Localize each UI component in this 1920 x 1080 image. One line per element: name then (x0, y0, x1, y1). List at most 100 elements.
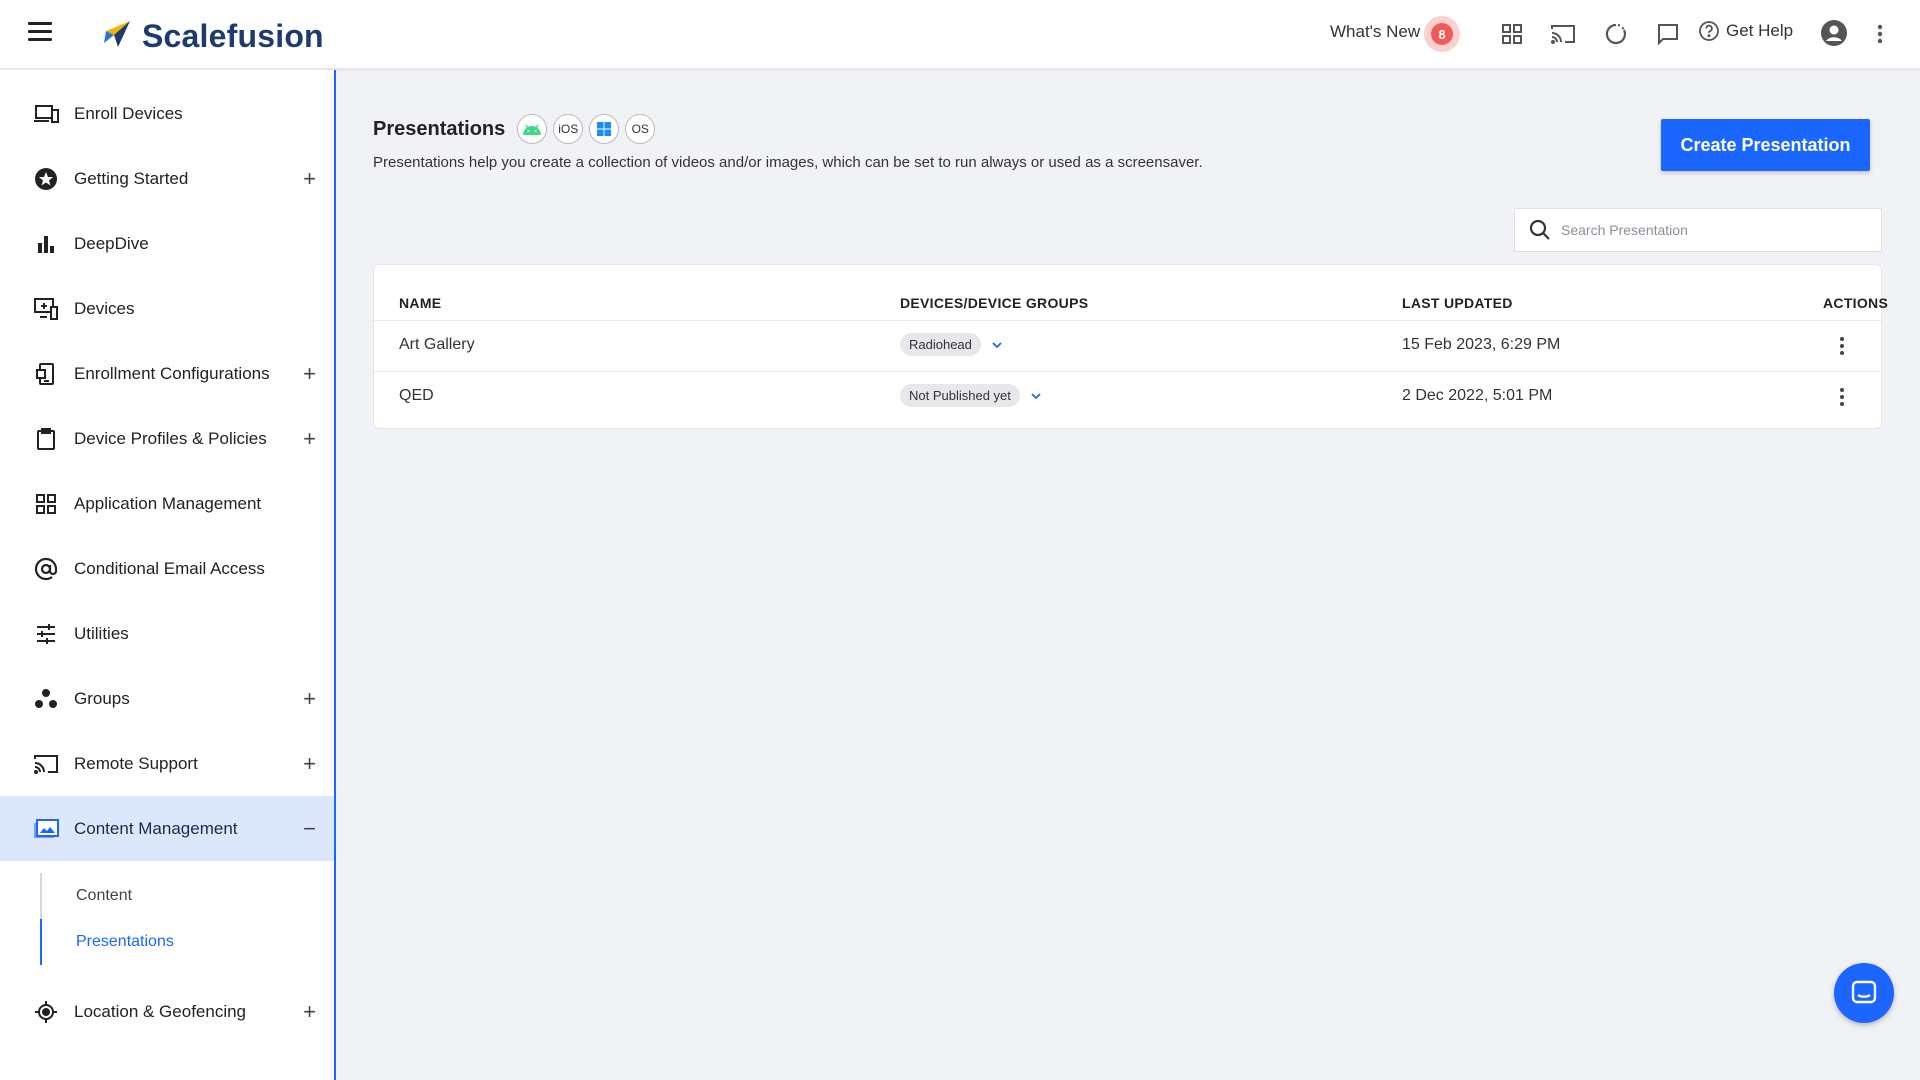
submenu-item-content[interactable]: Content (40, 873, 334, 919)
sidebar-item-enrollment-configurations[interactable]: Enrollment Configurations + (0, 341, 334, 406)
help-circle-icon (1699, 21, 1719, 41)
sidebar-item-conditional-email-access[interactable]: Conditional Email Access (0, 536, 334, 601)
sidebar-item-devices[interactable]: Devices (0, 276, 334, 341)
chat-icon[interactable] (1654, 20, 1682, 48)
more-options-icon[interactable] (1870, 20, 1890, 48)
support-chat-button[interactable] (1834, 963, 1894, 1023)
photo-folder-icon (32, 815, 60, 843)
cast-icon (32, 750, 60, 778)
sidebar-item-label: Devices (74, 298, 135, 318)
apps-grid-icon[interactable] (1498, 20, 1526, 48)
android-icon (517, 114, 548, 144)
devices-icon (32, 295, 60, 323)
device-group-chip: Not Published yet (900, 384, 1020, 407)
expand-plus-icon[interactable]: + (303, 751, 316, 777)
location-target-icon (32, 998, 60, 1026)
sidebar-item-enroll-devices[interactable]: Enroll Devices (0, 81, 334, 146)
sidebar-item-content-management[interactable]: Content Management − (0, 796, 334, 861)
sidebar-item-label: Location & Geofencing (74, 1001, 247, 1021)
submenu-item-presentations[interactable]: Presentations (40, 919, 334, 965)
sidebar-item-label: Getting Started (74, 168, 189, 188)
page-title-row: Presentations iOS OS (373, 114, 656, 144)
macos-icon: OS (625, 114, 656, 144)
bar-chart-icon (32, 230, 60, 258)
sidebar-item-label: Conditional Email Access (74, 558, 265, 578)
search-input[interactable] (1561, 222, 1861, 238)
create-presentation-button[interactable]: Create Presentation (1661, 119, 1870, 171)
column-header-actions: ACTIONS (1823, 295, 1889, 311)
expand-plus-icon[interactable]: + (303, 361, 316, 387)
sidebar-item-label: Enrollment Configurations (74, 363, 270, 383)
device-group-selector[interactable]: Not Published yet (900, 384, 1042, 407)
sidebar-item-label: Content Management (74, 818, 238, 838)
sidebar-item-getting-started[interactable]: Getting Started + (0, 146, 334, 211)
groups-icon (32, 685, 60, 713)
expand-plus-icon[interactable]: + (303, 166, 316, 192)
get-help-label: Get Help (1726, 21, 1794, 40)
device-group-chip: Radiohead (900, 333, 981, 356)
at-sign-icon (32, 555, 60, 583)
sidebar-item-label: Enroll Devices (74, 103, 183, 123)
whats-new-count: 8 (1431, 23, 1453, 45)
sidebar-item-label: Groups (74, 688, 130, 708)
top-header: Scalefusion What's New 8 Get Help (0, 0, 1920, 69)
windows-icon (589, 114, 620, 144)
row-actions-icon[interactable] (1830, 334, 1854, 358)
table-row[interactable]: Art Gallery Radiohead 15 Feb 2023, 6:29 … (374, 320, 1881, 371)
expand-plus-icon[interactable]: + (303, 686, 316, 712)
row-actions-icon[interactable] (1830, 385, 1854, 409)
sidebar-item-remote-support[interactable]: Remote Support + (0, 731, 334, 796)
get-help-button[interactable]: Get Help (1698, 20, 1793, 42)
page-description: Presentations help you create a collecti… (373, 154, 1203, 171)
sidebar-item-device-profiles-policies[interactable]: Device Profiles & Policies + (0, 406, 334, 471)
sidebar-item-deepdive[interactable]: DeepDive (0, 211, 334, 276)
content-management-submenu: Content Presentations (0, 861, 334, 979)
column-header-last-updated: LAST UPDATED (1402, 295, 1513, 311)
star-badge-icon (32, 165, 60, 193)
page-title: Presentations (373, 117, 506, 140)
sidebar-item-location-geofencing[interactable]: Location & Geofencing + (0, 979, 334, 1044)
grid-icon (32, 490, 60, 518)
whats-new-link[interactable]: What's New (1330, 22, 1420, 42)
enroll-devices-icon (32, 100, 60, 128)
sidebar-item-label: Application Management (74, 493, 262, 513)
sliders-icon (32, 620, 60, 648)
whats-new-badge[interactable]: 8 (1424, 16, 1460, 52)
clipboard-icon (32, 425, 60, 453)
device-group-selector[interactable]: Radiohead (900, 333, 1003, 356)
expand-plus-icon[interactable]: + (303, 426, 316, 452)
user-avatar-icon[interactable] (1819, 18, 1849, 48)
brand-name: Scalefusion (142, 17, 324, 54)
sidebar-item-label: DeepDive (74, 233, 149, 253)
sidebar-item-application-management[interactable]: Application Management (0, 471, 334, 536)
last-updated: 15 Feb 2023, 6:29 PM (1402, 336, 1561, 353)
sidebar-item-utilities[interactable]: Utilities (0, 601, 334, 666)
refresh-icon[interactable] (1602, 20, 1630, 48)
collapse-minus-icon[interactable]: − (303, 816, 316, 842)
sidebar-item-groups[interactable]: Groups + (0, 666, 334, 731)
chevron-down-icon[interactable] (1030, 392, 1042, 400)
hamburger-menu-icon[interactable] (28, 22, 58, 46)
enrollment-config-icon (32, 360, 60, 388)
sidebar-item-label: Utilities (74, 623, 129, 643)
scalefusion-logo-icon (104, 21, 130, 47)
chat-bubble-icon (1851, 980, 1877, 1004)
brand-logo[interactable]: Scalefusion (100, 16, 324, 56)
presentations-table: NAME DEVICES/DEVICE GROUPS LAST UPDATED … (373, 264, 1888, 429)
table-row[interactable]: QED Not Published yet 2 Dec 2022, 5:01 P… (374, 371, 1881, 422)
search-icon (1529, 219, 1550, 240)
search-box (1514, 208, 1882, 252)
main-content: Presentations iOS OS Presentations help … (338, 70, 1920, 1080)
column-header-devices: DEVICES/DEVICE GROUPS (900, 295, 1089, 311)
sidebar-nav: Enroll Devices Getting Started + DeepDiv… (0, 70, 336, 1080)
presentation-name[interactable]: QED (399, 387, 434, 405)
sidebar-item-label: Remote Support (74, 753, 198, 773)
cast-icon[interactable] (1549, 20, 1577, 48)
last-updated: 2 Dec 2022, 5:01 PM (1402, 387, 1553, 404)
ios-icon: iOS (553, 114, 584, 144)
sidebar-item-label: Device Profiles & Policies (74, 428, 267, 448)
presentation-name[interactable]: Art Gallery (399, 336, 475, 354)
column-header-name: NAME (399, 295, 442, 311)
chevron-down-icon[interactable] (991, 341, 1003, 349)
expand-plus-icon[interactable]: + (303, 999, 316, 1025)
